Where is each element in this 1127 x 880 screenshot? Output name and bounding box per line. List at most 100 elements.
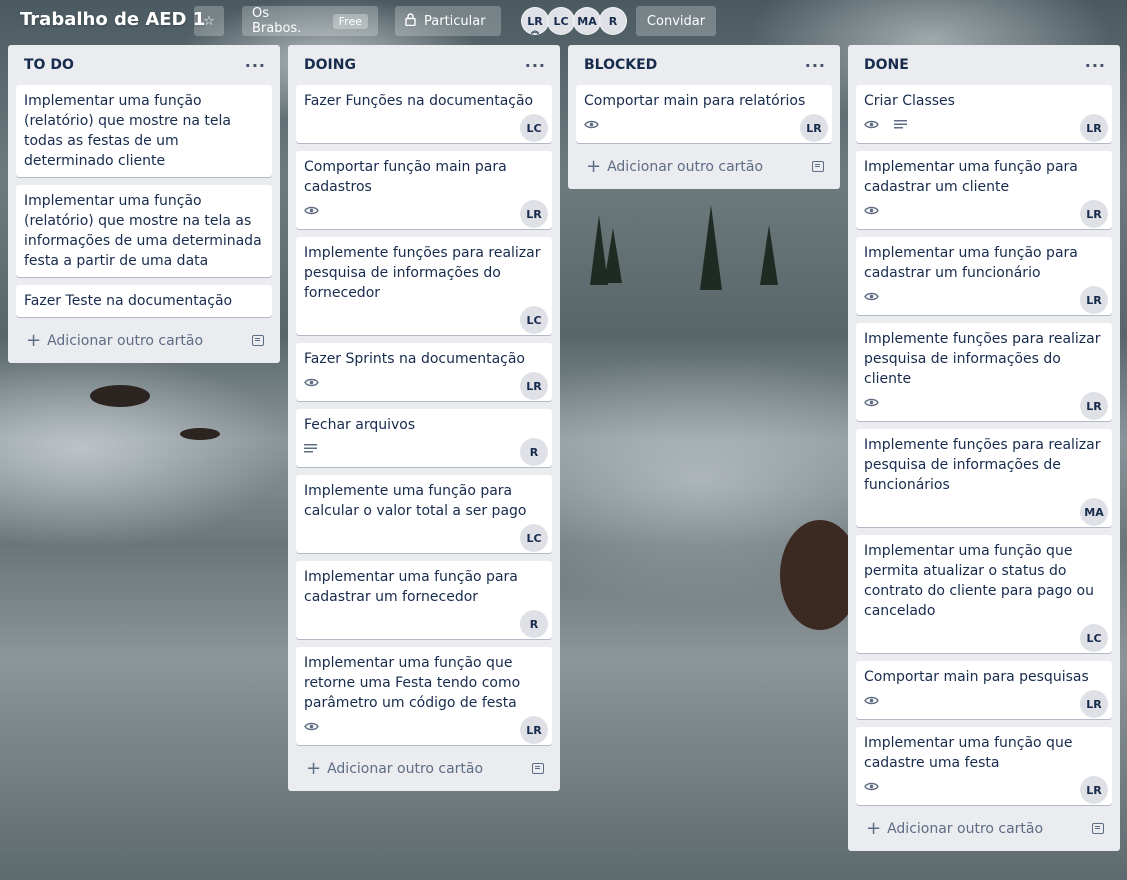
- member-avatar[interactable]: R: [520, 438, 548, 466]
- more-icon[interactable]: ···: [525, 56, 546, 75]
- card[interactable]: Implemente uma função para calcular o va…: [296, 475, 552, 553]
- plus-icon: +: [866, 817, 882, 839]
- description-icon: [304, 443, 317, 454]
- add-card-button[interactable]: + Adicionar outro cartão: [16, 325, 272, 355]
- team-button[interactable]: Os Brabos. Free: [242, 6, 378, 36]
- card-title: Fazer Funções na documentação: [304, 93, 534, 109]
- member-avatar[interactable]: LR: [1080, 776, 1108, 804]
- card-badges: LR: [864, 689, 1108, 718]
- description-icon: [894, 119, 907, 130]
- card-badges: LR: [304, 199, 548, 228]
- more-icon[interactable]: ···: [1085, 56, 1106, 75]
- more-icon[interactable]: ···: [805, 56, 826, 75]
- card[interactable]: Fechar arquivos R: [296, 409, 552, 467]
- card-title: Implemente uma função para calcular o va…: [304, 483, 527, 519]
- list-header: BLOCKED ···: [576, 45, 832, 85]
- card[interactable]: Implementar uma função que cadastre uma …: [856, 727, 1112, 805]
- card-badges: LR: [304, 715, 548, 744]
- card-title: Comportar função main para cadastros: [304, 159, 507, 195]
- template-icon[interactable]: [532, 762, 544, 774]
- card-badges: LC: [304, 523, 548, 552]
- card-badges: LC: [304, 113, 548, 142]
- member-avatar[interactable]: LR: [520, 200, 548, 228]
- card-badges: LR: [304, 371, 548, 400]
- plus-icon: +: [26, 329, 42, 351]
- card[interactable]: Fazer Sprints na documentação LR: [296, 343, 552, 401]
- card[interactable]: Criar Classes LR: [856, 85, 1112, 143]
- list-title[interactable]: DOING: [304, 57, 356, 73]
- star-icon: ☆: [203, 13, 215, 29]
- eye-icon: [864, 781, 879, 792]
- visibility-button[interactable]: Particular: [395, 6, 501, 36]
- card[interactable]: Implementar uma função que permita atual…: [856, 535, 1112, 653]
- card-title: Implementar uma função (relatório) que m…: [24, 193, 262, 269]
- list-done: DONE ··· Criar Classes LR Implementar uma fu…: [848, 45, 1120, 851]
- card[interactable]: Implemente funções para realizar pesquis…: [856, 323, 1112, 421]
- member-avatar[interactable]: R: [599, 7, 627, 35]
- member-avatar[interactable]: LR ︽: [521, 7, 549, 35]
- list-header: DOING ···: [296, 45, 552, 85]
- card[interactable]: Implemente funções para realizar pesquis…: [296, 237, 552, 335]
- plan-badge: Free: [332, 13, 368, 29]
- add-card-button[interactable]: + Adicionar outro cartão: [856, 813, 1112, 843]
- card[interactable]: Fazer Funções na documentação LC: [296, 85, 552, 143]
- card[interactable]: Implementar uma função para cadastrar um…: [856, 151, 1112, 229]
- card[interactable]: Implementar uma função (relatório) que m…: [16, 185, 272, 277]
- member-avatar[interactable]: MA: [1080, 498, 1108, 526]
- eye-icon: [864, 205, 879, 216]
- member-avatar[interactable]: R: [520, 610, 548, 638]
- member-avatar[interactable]: LR: [1080, 114, 1108, 142]
- star-button[interactable]: ☆: [194, 6, 224, 36]
- member-avatar[interactable]: LR: [1080, 286, 1108, 314]
- card[interactable]: Implementar uma função para cadastrar um…: [856, 237, 1112, 315]
- template-icon[interactable]: [1092, 822, 1104, 834]
- card[interactable]: Comportar main para relatórios LR: [576, 85, 832, 143]
- card-badges: R: [304, 609, 548, 638]
- card[interactable]: Comportar main para pesquisas LR: [856, 661, 1112, 719]
- card-title: Implementar uma função (relatório) que m…: [24, 93, 231, 169]
- card-badges: LC: [864, 623, 1108, 652]
- board-header: Trabalho de AED 1 ☆ Os Brabos. Free Part…: [0, 0, 1127, 44]
- list-title[interactable]: TO DO: [24, 57, 74, 73]
- card[interactable]: Implementar uma função que retorne uma F…: [296, 647, 552, 745]
- card-title: Implementar uma função que cadastre uma …: [864, 735, 1073, 771]
- more-icon[interactable]: ···: [245, 56, 266, 75]
- add-card-button[interactable]: + Adicionar outro cartão: [576, 151, 832, 181]
- board-members: LR ︽ LC MA R: [521, 7, 627, 35]
- card[interactable]: Implementar uma função para cadastrar um…: [296, 561, 552, 639]
- card-badges: LR: [864, 113, 1108, 142]
- card[interactable]: Fazer Teste na documentação: [16, 285, 272, 317]
- member-avatar[interactable]: LC: [520, 524, 548, 552]
- list-title[interactable]: DONE: [864, 57, 909, 73]
- member-avatar[interactable]: LR: [800, 114, 828, 142]
- eye-icon: [304, 205, 319, 216]
- member-avatar[interactable]: LR: [520, 372, 548, 400]
- card-title: Fazer Sprints na documentação: [304, 351, 525, 367]
- member-avatar[interactable]: LR: [1080, 200, 1108, 228]
- member-avatar[interactable]: MA: [573, 7, 601, 35]
- template-icon[interactable]: [252, 334, 264, 346]
- eye-icon: [864, 695, 879, 706]
- card[interactable]: Implemente funções para realizar pesquis…: [856, 429, 1112, 527]
- member-avatar[interactable]: LC: [520, 114, 548, 142]
- board-title[interactable]: Trabalho de AED 1: [20, 9, 205, 30]
- list-blocked: BLOCKED ··· Comportar main para relatórios…: [568, 45, 840, 189]
- card-badges: LR: [864, 285, 1108, 314]
- member-avatar[interactable]: LC: [1080, 624, 1108, 652]
- list-title[interactable]: BLOCKED: [584, 57, 657, 73]
- member-avatar[interactable]: LR: [1080, 392, 1108, 420]
- invite-button[interactable]: Convidar: [636, 6, 716, 36]
- card[interactable]: Implementar uma função (relatório) que m…: [16, 85, 272, 177]
- card[interactable]: Comportar função main para cadastros LR: [296, 151, 552, 229]
- add-card-label: Adicionar outro cartão: [47, 332, 204, 349]
- card-title: Implementar uma função para cadastrar um…: [864, 159, 1078, 195]
- add-card-button[interactable]: + Adicionar outro cartão: [296, 753, 552, 783]
- member-avatar[interactable]: LC: [547, 7, 575, 35]
- template-icon[interactable]: [812, 160, 824, 172]
- member-avatar[interactable]: LR: [520, 716, 548, 744]
- member-avatar[interactable]: LC: [520, 306, 548, 334]
- card-title: Fechar arquivos: [304, 417, 416, 433]
- card-title: Implementar uma função para cadastrar um…: [304, 569, 518, 605]
- member-avatar[interactable]: LR: [1080, 690, 1108, 718]
- eye-icon: [864, 119, 879, 130]
